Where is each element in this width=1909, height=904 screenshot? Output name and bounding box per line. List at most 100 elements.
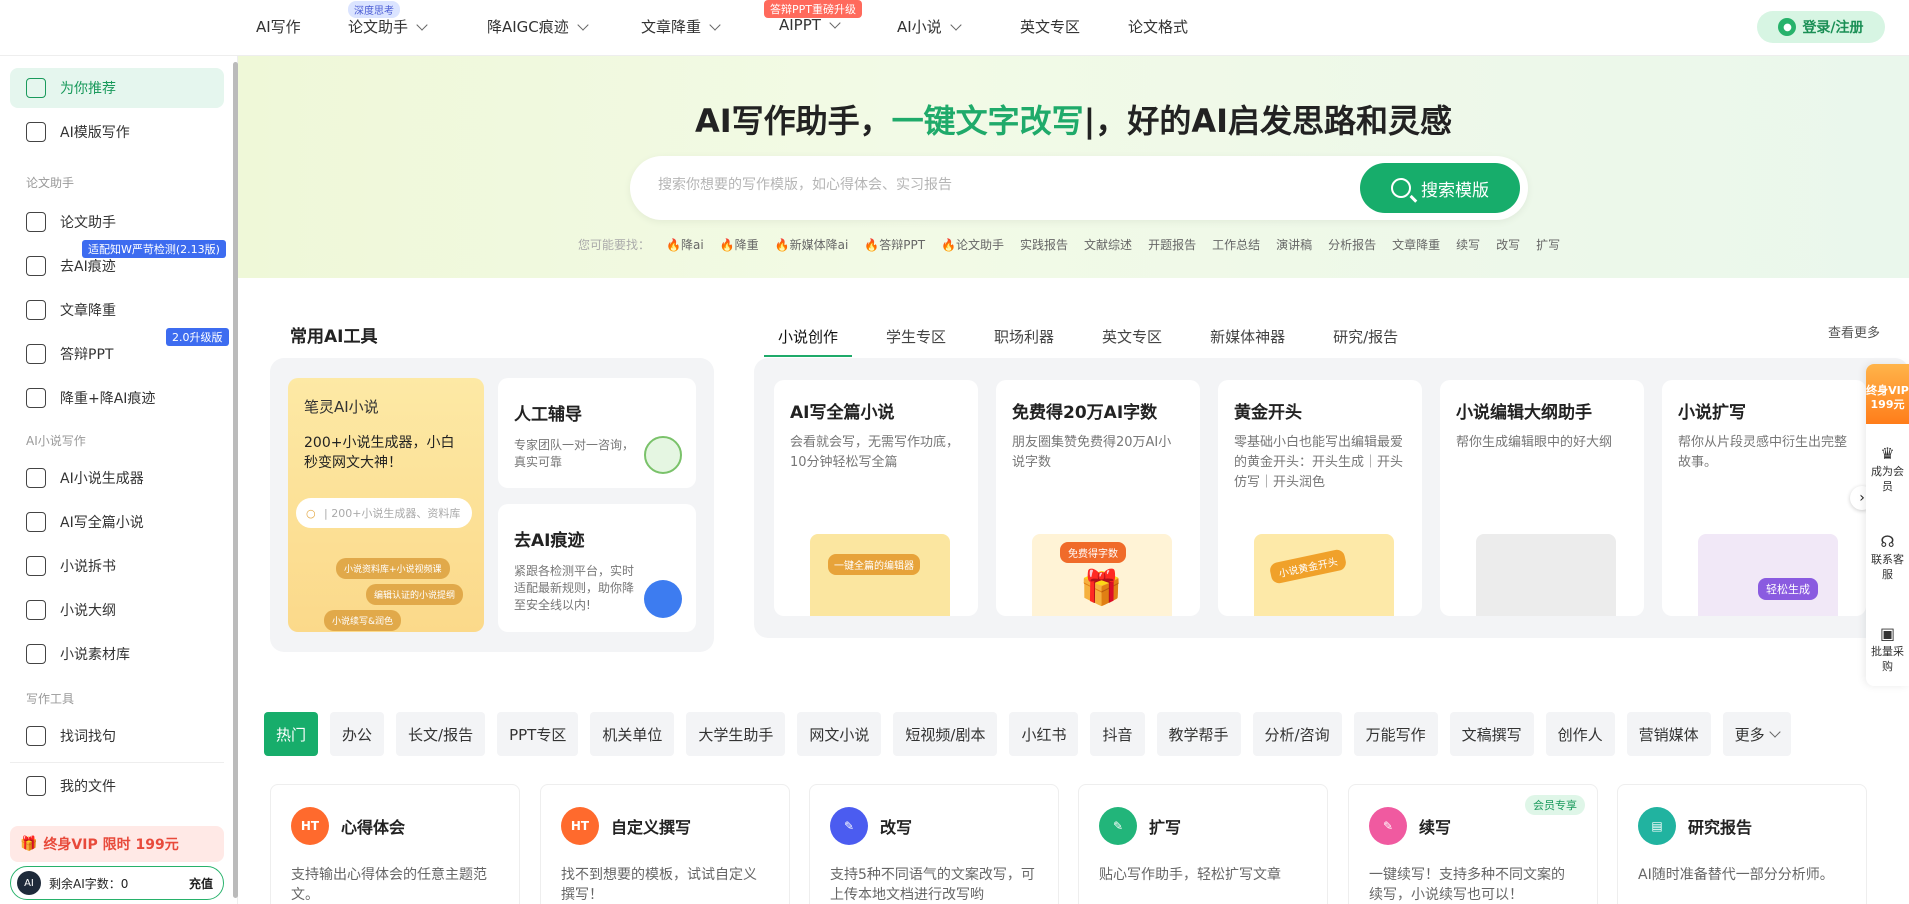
feature-card[interactable]: 小说扩写 帮你从片段灵感中衍生出完整故事。 轻松生成 (1662, 380, 1866, 616)
template-card[interactable]: ✎ 扩写 贴心写作助手，轻松扩写文章 (1078, 784, 1328, 904)
tab-english[interactable]: 英文专区 (1088, 318, 1176, 357)
float-bulk-purchase[interactable]: ▣ 批量采购 (1866, 626, 1909, 674)
suggest-item[interactable]: 实践报告 (1020, 236, 1068, 253)
novel-mini-search[interactable]: ○ | 200+小说生成器、资料库 (296, 498, 472, 528)
search-icon: ○ (306, 506, 316, 520)
float-contact-service[interactable]: ☊ 联系客服 (1866, 534, 1909, 582)
suggest-item[interactable]: 改写 (1496, 236, 1520, 253)
category-tab[interactable]: PPT专区 (497, 712, 579, 756)
suggestions: 您可能要找： 🔥降ai 🔥降重 🔥新媒体降ai 🔥答辩PPT 🔥论文助手 实践报… (578, 236, 1561, 253)
split-doc-icon (26, 556, 46, 576)
novel-pill: 编辑认证的小说提纲 (366, 584, 464, 605)
remove-ai-card[interactable]: 去AI痕迹 紧跟各检测平台，实时适配最新规则，助你降至安全线以内! (498, 504, 696, 632)
tab-research[interactable]: 研究/报告 (1319, 318, 1412, 357)
template-card[interactable]: ▤ 研究报告 AI随时准备替代一部分分析师。 (1617, 784, 1867, 904)
category-tab[interactable]: 抖音 (1090, 712, 1145, 756)
suggest-item[interactable]: 续写 (1456, 236, 1480, 253)
sidebar-item-dedupe[interactable]: 文章降重 (10, 290, 224, 330)
feature-card[interactable]: AI写全篇小说 会看就会写，无需写作功底，10分钟轻松写全篇 一键全篇的编辑器 (774, 380, 978, 616)
suggest-item[interactable]: 分析报告 (1328, 236, 1376, 253)
novel-pill: 小说续写&润色 (324, 610, 402, 631)
template-card[interactable]: HT 心得体会 支持输出心得体会的任意主题范文。 (270, 784, 520, 904)
sidebar-item-novel-breakdown[interactable]: 小说拆书 (10, 546, 224, 586)
search-doc-icon (26, 726, 46, 746)
category-tab[interactable]: 大学生助手 (686, 712, 786, 756)
suggest-item[interactable]: 开题报告 (1148, 236, 1196, 253)
human-tutor-card[interactable]: 人工辅导 专家团队一对一咨询，真实可靠 (498, 378, 696, 488)
login-button[interactable]: ● 登录/注册 (1757, 11, 1885, 43)
search-button[interactable]: 搜索模版 (1360, 163, 1520, 213)
category-tab[interactable]: 营销媒体 (1626, 712, 1711, 756)
mindmap-illustration (1476, 534, 1616, 616)
suggest-item[interactable]: 🔥降ai (666, 236, 704, 253)
suggest-item[interactable]: 演讲稿 (1276, 236, 1312, 253)
suggest-item[interactable]: 文章降重 (1392, 236, 1440, 253)
sidebar-item-my-files[interactable]: 我的文件 (10, 766, 224, 806)
nav-reduce-aigc[interactable]: 降AIGC痕迹 (487, 16, 589, 37)
suggest-item[interactable]: 🔥新媒体降ai (775, 236, 849, 253)
see-more-link[interactable]: 查看更多 (1828, 322, 1880, 341)
category-tab-more[interactable]: 更多 (1722, 712, 1791, 756)
category-tab[interactable]: 教学帮手 (1156, 712, 1241, 756)
sidebar-item-find-words[interactable]: 找词找句 (10, 716, 224, 756)
template-card[interactable]: HT 自定义撰写 找不到想要的模板，试试自定义撰写！ (540, 784, 790, 904)
sidebar-item-recommend[interactable]: 为你推荐 (10, 68, 224, 108)
gift-illustration: 免费得字数 🎁 (1032, 534, 1172, 616)
suggest-item[interactable]: 🔥论文助手 (941, 236, 1004, 253)
sidebar-item-novel-generator[interactable]: AI小说生成器 (10, 458, 224, 498)
ai-erase-icon (26, 256, 46, 276)
sidebar-item-dedupe-deai[interactable]: 降重+降AI痕迹 (10, 378, 224, 418)
chevron-down-icon (709, 18, 721, 31)
category-tab[interactable]: 网文小说 (797, 712, 882, 756)
edit-doc-icon (26, 212, 46, 232)
category-tab[interactable]: 热门 (264, 712, 319, 756)
sidebar-item-remove-ai[interactable]: 去AI痕迹 (10, 246, 224, 286)
sidebar-item-defense-ppt[interactable]: 答辩PPT (10, 334, 224, 374)
suggest-item[interactable]: 🔥答辩PPT (864, 236, 925, 253)
nav-aippt[interactable]: AIPPT (779, 16, 841, 34)
sidebar-item-full-novel[interactable]: AI写全篇小说 (10, 502, 224, 542)
recharge-button[interactable]: 充值 (189, 875, 213, 892)
category-tab[interactable]: 长文/报告 (396, 712, 486, 756)
suggest-item[interactable]: 工作总结 (1212, 236, 1260, 253)
template-card[interactable]: ✎ 改写 支持5种不同语气的文案改写，可上传本地文档进行改写哟 (809, 784, 1059, 904)
ai-count-bar: AI 剩余AI字数：0 充值 (10, 866, 224, 900)
nav-article-dedupe[interactable]: 文章降重 (641, 16, 721, 37)
feature-card[interactable]: 黄金开头 零基础小白也能写出编辑最爱的黄金开头：开头生成｜开头仿写｜开头润色 小… (1218, 380, 1422, 616)
novel-editor-illustration: 一键全篇的编辑器 (810, 534, 950, 616)
feature-card[interactable]: 免费得20万AI字数 朋友圈集赞免费得20万AI小说字数 免费得字数 🎁 (996, 380, 1200, 616)
nav-ai-writing[interactable]: AI写作 (256, 16, 301, 37)
tab-student[interactable]: 学生专区 (872, 318, 960, 357)
sidebar-item-novel-outline[interactable]: 小说大纲 (10, 590, 224, 630)
category-tab[interactable]: 办公 (330, 712, 385, 756)
floating-panel: 终身VIP 199元 ♛ 成为会员 ☊ 联系客服 ▣ 批量采购 (1866, 364, 1909, 686)
template-card[interactable]: 会员专享 ✎ 续写 一键续写！支持多种不同文案的续写，小说续写也可以！ (1348, 784, 1598, 904)
gift-icon: 🎁 (1080, 568, 1123, 608)
nav-english-zone[interactable]: 英文专区 (1020, 16, 1080, 37)
vip-promo[interactable]: 🎁 终身VIP 限时 199元 (10, 826, 224, 862)
search-input[interactable] (658, 176, 1318, 192)
nav-thesis-assistant[interactable]: 论文助手 (348, 16, 428, 37)
nav-thesis-format[interactable]: 论文格式 (1128, 16, 1188, 37)
category-tab[interactable]: 万能写作 (1353, 712, 1438, 756)
nav-ai-novel[interactable]: AI小说 (897, 16, 962, 37)
category-tab[interactable]: 机关单位 (590, 712, 675, 756)
sidebar-item-template-writing[interactable]: AI模版写作 (10, 112, 224, 152)
tab-new-media[interactable]: 新媒体神器 (1196, 318, 1299, 357)
tab-novel-creation[interactable]: 小说创作 (764, 318, 853, 357)
category-tab[interactable]: 短视频/剧本 (893, 712, 998, 756)
sidebar-item-thesis-assistant[interactable]: 论文助手 (10, 202, 224, 242)
float-vip-badge[interactable]: 终身VIP 199元 (1866, 364, 1909, 424)
feature-card[interactable]: 小说编辑大纲助手 帮你生成编辑眼中的好大纲 (1440, 380, 1644, 616)
sidebar-item-novel-materials[interactable]: 小说素材库 (10, 634, 224, 674)
category-tab[interactable]: 创作人 (1545, 712, 1615, 756)
suggest-item[interactable]: 🔥降重 (720, 236, 759, 253)
suggest-item[interactable]: 文献综述 (1084, 236, 1132, 253)
category-tab[interactable]: 小红书 (1009, 712, 1079, 756)
suggest-item[interactable]: 扩写 (1536, 236, 1560, 253)
feature-cards-panel: AI写全篇小说 会看就会写，无需写作功底，10分钟轻松写全篇 一键全篇的编辑器 … (754, 358, 1909, 638)
float-become-member[interactable]: ♛ 成为会员 (1866, 446, 1909, 494)
category-tab[interactable]: 分析/咨询 (1252, 712, 1342, 756)
category-tab[interactable]: 文稿撰写 (1449, 712, 1534, 756)
tab-workplace[interactable]: 职场利器 (980, 318, 1068, 357)
